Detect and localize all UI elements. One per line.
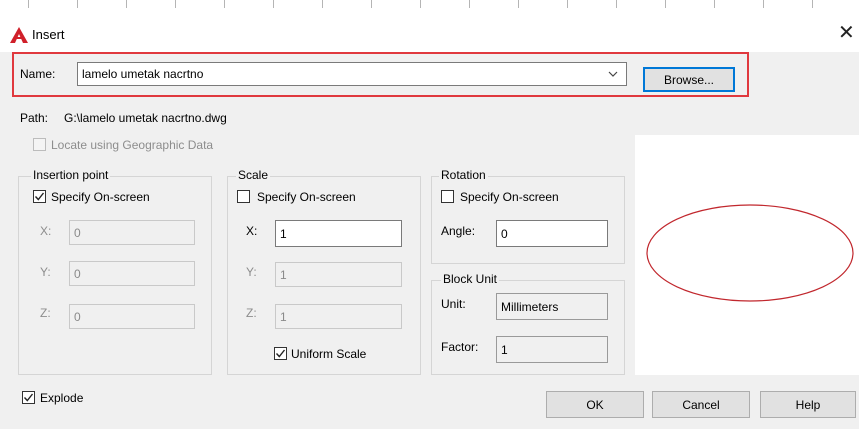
cancel-button[interactable]: Cancel (652, 391, 750, 418)
insertion-point-title: Insertion point (31, 168, 111, 182)
name-label: Name: (20, 67, 56, 81)
insertion-y-label: Y: (40, 265, 51, 279)
geo-label: Locate using Geographic Data (51, 138, 214, 152)
insertion-y-input[interactable]: 0 (69, 261, 195, 286)
insertion-z-label: Z: (40, 306, 51, 320)
close-icon[interactable]: ✕ (838, 22, 855, 44)
uniform-scale-checkbox[interactable] (274, 347, 287, 360)
scale-x-label: X: (246, 224, 258, 238)
factor-value: 1 (496, 336, 608, 363)
chevron-down-icon[interactable] (608, 71, 618, 78)
explode-checkbox[interactable] (22, 391, 35, 404)
autocad-logo-icon (10, 27, 28, 43)
scale-y-label: Y: (246, 265, 257, 279)
block-preview (635, 135, 859, 375)
insertion-x-input[interactable]: 0 (69, 220, 195, 245)
background-ruler (0, 0, 859, 15)
check-icon (34, 192, 45, 201)
scale-z-input[interactable]: 1 (275, 304, 402, 329)
unit-label: Unit: (441, 297, 466, 311)
path-value: G:\lamelo umetak nacrtno.dwg (64, 111, 227, 125)
scale-title: Scale (236, 168, 271, 182)
scale-x-input[interactable]: 1 (275, 220, 402, 247)
block-unit-title: Block Unit (441, 272, 500, 286)
name-combobox[interactable]: lamelo umetak nacrtno (77, 62, 627, 86)
insertion-x-label: X: (40, 224, 52, 238)
help-button[interactable]: Help (760, 391, 856, 418)
scale-z-label: Z: (246, 306, 257, 320)
angle-input[interactable]: 0 (496, 220, 608, 247)
scale-y-input[interactable]: 1 (275, 262, 402, 287)
rotation-title: Rotation (439, 168, 488, 182)
rotation-specify-checkbox[interactable] (441, 190, 454, 203)
check-icon (23, 393, 34, 402)
dialog-title: Insert (32, 27, 65, 42)
browse-button[interactable]: Browse... (643, 67, 735, 92)
unit-value: Millimeters (496, 293, 608, 320)
check-icon (275, 349, 286, 358)
scale-specify-checkbox[interactable] (237, 190, 250, 203)
insertion-specify-checkbox[interactable] (33, 190, 46, 203)
ok-button[interactable]: OK (546, 391, 644, 418)
preview-ellipse (646, 204, 854, 302)
geo-checkbox[interactable] (33, 138, 46, 151)
angle-label: Angle: (441, 224, 476, 238)
explode-label: Explode (40, 391, 84, 405)
rotation-specify-label: Specify On-screen (460, 190, 559, 204)
factor-label: Factor: (441, 340, 479, 354)
title-bar (0, 14, 859, 52)
path-label: Path: (20, 111, 49, 125)
uniform-scale-label: Uniform Scale (291, 347, 367, 361)
insertion-z-input[interactable]: 0 (69, 304, 195, 329)
scale-specify-label: Specify On-screen (257, 190, 356, 204)
insertion-specify-label: Specify On-screen (51, 190, 150, 204)
name-value: lamelo umetak nacrtno (82, 67, 204, 81)
